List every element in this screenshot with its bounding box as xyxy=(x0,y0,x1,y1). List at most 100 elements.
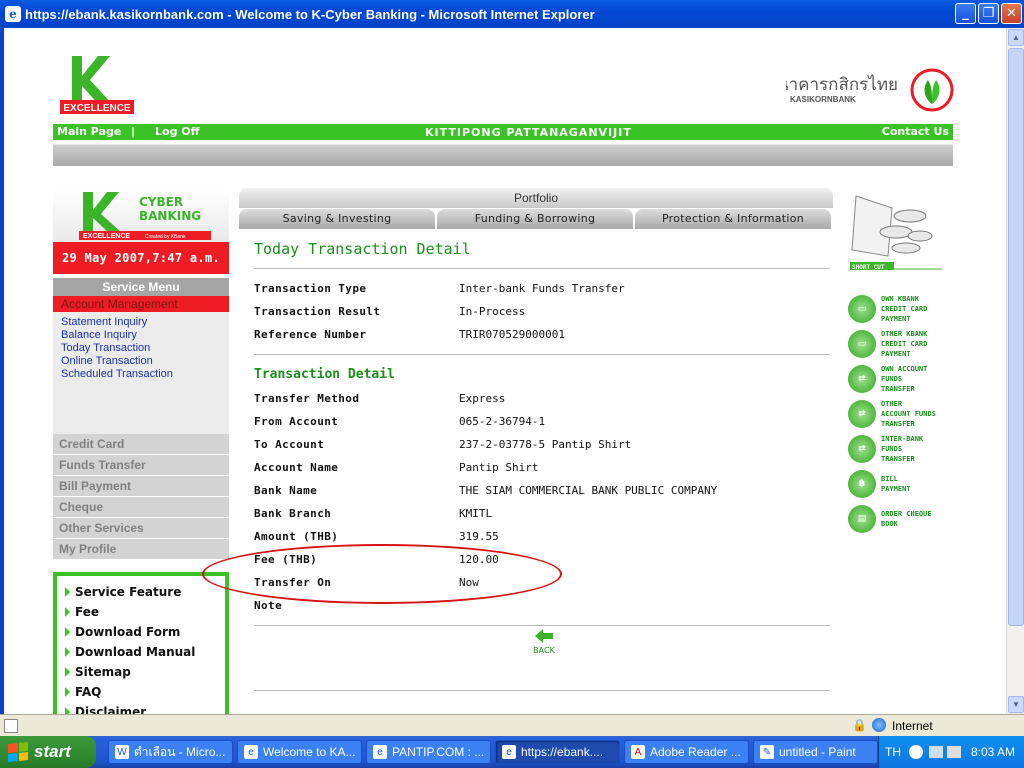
ie-icon: e xyxy=(244,745,258,759)
link-service-feature[interactable]: Service Feature xyxy=(65,582,225,602)
taskbar-item-paint[interactable]: ✎ untitled - Paint xyxy=(753,740,878,764)
scroll-up-icon[interactable]: ▲ xyxy=(1008,29,1024,46)
window-titlebar: e https://ebank.kasikornbank.com - Welco… xyxy=(0,0,1024,28)
back-label: BACK xyxy=(533,646,555,655)
taskbar-item-adobe[interactable]: A Adobe Reader ... xyxy=(624,740,749,764)
arrow-icon xyxy=(65,707,70,714)
cyber-banking-logo[interactable]: CYBER BANKING EXCELLENCE Created by KBan… xyxy=(53,188,229,242)
link-sitemap[interactable]: Sitemap xyxy=(65,662,225,682)
svg-text:KASIKORNBANK: KASIKORNBANK xyxy=(790,95,856,104)
detail-row-transaction-result: Transaction Result In-Process xyxy=(254,305,526,318)
ie-icon: e xyxy=(502,745,516,759)
browser-viewport: EXCELLENCE ธนาคารกสิกรไทย KASIKORNBANK M… xyxy=(0,28,1006,714)
scroll-thumb[interactable] xyxy=(1008,48,1024,626)
link-download-form[interactable]: Download Form xyxy=(65,622,225,642)
arrow-icon xyxy=(65,647,70,657)
nav-contact-us[interactable]: Contact Us xyxy=(882,125,949,138)
svg-text:BANKING: BANKING xyxy=(139,209,201,223)
tray-arrow-icon[interactable] xyxy=(909,745,923,759)
ie-icon: e xyxy=(373,745,387,759)
menu-bill-payment[interactable]: Bill Payment xyxy=(53,476,229,497)
globe-icon xyxy=(872,718,886,732)
svg-text:SHORT CUT: SHORT CUT xyxy=(852,264,885,271)
detail-row-from-account: From Account 065-2-36794-1 xyxy=(254,415,546,428)
tab-protection-information[interactable]: Protection & Information xyxy=(635,209,831,229)
volume-icon[interactable] xyxy=(947,746,961,758)
left-sidebar: CYBER BANKING EXCELLENCE Created by KBan… xyxy=(53,188,229,714)
windows-taskbar: start W ตำเลือน - Micro... e Welcome to KA… xyxy=(0,736,1024,768)
shortcut-own-credit-card-payment[interactable]: ▭ OWN KBank CREDIT CARD PAYMENT xyxy=(848,291,948,326)
detail-row-account-name: Account Name Pantip Shirt xyxy=(254,461,539,474)
page-title: Today Transaction Detail xyxy=(254,240,471,258)
link-fee[interactable]: Fee xyxy=(65,602,225,622)
menu-credit-card[interactable]: Credit Card xyxy=(53,434,229,455)
menu-my-profile[interactable]: My Profile xyxy=(53,539,229,560)
menu-other-services[interactable]: Other Services xyxy=(53,518,229,539)
nav-main-page[interactable]: Main Page xyxy=(57,125,121,138)
close-button[interactable]: ✕ xyxy=(1001,3,1022,24)
taskbar-item-word[interactable]: W ตำเลือน - Micro... xyxy=(108,740,233,764)
tab-funding-borrowing[interactable]: Funding & Borrowing xyxy=(437,209,633,229)
detail-row-transfer-method: Transfer Method Express xyxy=(254,392,506,405)
detail-row-transaction-type: Transaction Type Inter-bank Funds Transfe… xyxy=(254,282,625,295)
arrow-icon xyxy=(65,607,70,617)
language-indicator[interactable]: TH xyxy=(885,745,901,759)
vertical-scrollbar[interactable]: ▲ ▼ xyxy=(1006,28,1024,714)
zone-label: Internet xyxy=(892,719,933,733)
maximize-button[interactable]: ❐ xyxy=(978,3,999,24)
back-button[interactable]: BACK xyxy=(529,628,559,655)
kasikornbank-logo[interactable]: ธนาคารกสิกรไทย KASIKORNBANK xyxy=(786,68,956,112)
submenu-scheduled-transaction[interactable]: Scheduled Transaction xyxy=(53,368,229,381)
word-icon: W xyxy=(115,745,129,759)
clock[interactable]: 8:03 AM xyxy=(971,745,1015,759)
submenu-today-transaction[interactable]: Today Transaction xyxy=(53,342,229,355)
shortcut-bill-payment[interactable]: ฿ BILL PAYMENT xyxy=(848,466,948,501)
detail-row-bank-name: Bank Name THE SIAM COMMERCIAL BANK PUBLIC… xyxy=(254,484,718,497)
info-links-box: Service Feature Fee Download Form Downlo… xyxy=(53,572,229,714)
shortcut-other-credit-card-payment[interactable]: ▭ OTHER KBank CREDIT CARD PAYMENT xyxy=(848,326,948,361)
service-menu-title: Service Menu xyxy=(53,278,229,296)
section-title: Transaction Detail xyxy=(254,367,395,382)
link-download-manual[interactable]: Download Manual xyxy=(65,642,225,662)
user-name: KITTIPONG PATTANAGANVIJIT xyxy=(425,126,632,139)
submenu-statement-inquiry[interactable]: Statement Inquiry xyxy=(53,316,229,329)
shortcut-order-cheque-book[interactable]: ▤ ORDER CHEQUE BOOK xyxy=(848,501,948,536)
tab-saving-investing[interactable]: Saving & Investing xyxy=(239,209,435,229)
window-title: https://ebank.kasikornbank.com - Welcome… xyxy=(25,6,595,22)
menu-funds-transfer[interactable]: Funds Transfer xyxy=(53,455,229,476)
taskbar-item-ie-ebank[interactable]: e https://ebank.... xyxy=(495,740,620,764)
arrow-icon xyxy=(65,587,70,597)
shortcut-panel: SHORT CUT ▭ OWN KBank CREDIT CARD PAYMENT ▭… xyxy=(848,192,948,536)
shortcut-own-account-transfer[interactable]: ⇄ OWN ACCOUNT FUNDS TRANSFER xyxy=(848,361,948,396)
menu-cheque[interactable]: Cheque xyxy=(53,497,229,518)
top-nav-bar: Main Page | Log Off KITTIPONG PATTANAGAN… xyxy=(53,124,953,140)
shortcut-inter-bank-transfer[interactable]: ⇄ INTER-BANK FUNDS TRANSFER xyxy=(848,431,948,466)
status-bar: 🔒 Internet xyxy=(0,714,1024,736)
link-disclaimer[interactable]: Disclaimer xyxy=(65,702,225,714)
shortcut-other-account-transfer[interactable]: ⇄ OTHER ACCOUNT FUNDS TRANSFER xyxy=(848,396,948,431)
nav-log-off[interactable]: Log Off xyxy=(155,125,200,138)
ie-icon: e xyxy=(5,6,21,22)
cheque-icon: ▤ xyxy=(848,504,876,533)
network-icon[interactable] xyxy=(929,746,943,758)
divider xyxy=(254,690,830,691)
minimize-button[interactable]: _ xyxy=(955,3,976,24)
start-button[interactable]: start xyxy=(0,736,96,768)
scroll-down-icon[interactable]: ▼ xyxy=(1008,696,1024,713)
submenu-online-transaction[interactable]: Online Transaction xyxy=(53,355,229,368)
transfer-icon: ⇄ xyxy=(848,399,876,428)
menu-account-management[interactable]: Account Management xyxy=(53,296,229,312)
taskbar-item-ie-welcome[interactable]: e Welcome to KA... xyxy=(237,740,362,764)
taskbar-item-ie-pantip[interactable]: e PANTIP.COM : ... xyxy=(366,740,491,764)
divider-bar xyxy=(53,144,953,166)
lock-icon: 🔒 xyxy=(852,718,867,732)
tab-portfolio[interactable]: Portfolio xyxy=(239,188,833,208)
annotation-ellipse xyxy=(202,544,562,604)
arrow-icon xyxy=(65,687,70,697)
k-excellence-logo[interactable]: EXCELLENCE xyxy=(58,54,136,116)
link-faq[interactable]: FAQ xyxy=(65,682,225,702)
divider xyxy=(254,268,830,269)
divider xyxy=(254,625,830,626)
transfer-icon: ⇄ xyxy=(848,364,876,393)
submenu-balance-inquiry[interactable]: Balance Inquiry xyxy=(53,329,229,342)
